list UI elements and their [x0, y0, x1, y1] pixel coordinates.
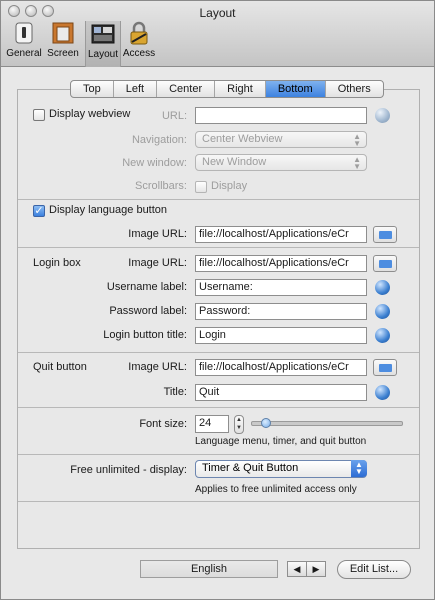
display-language-label: Display language button [49, 204, 168, 216]
toolbar-item-screen[interactable]: Screen [45, 20, 81, 59]
section-divider [18, 247, 419, 248]
display-language-checkbox[interactable]: ✓ [33, 205, 45, 217]
navigation-label: Navigation: [131, 134, 187, 146]
chevron-left-icon: ◀ [293, 564, 301, 574]
chevron-right-icon: ▶ [312, 564, 320, 574]
tab-others[interactable]: Others [326, 81, 383, 97]
language-image-url-field[interactable]: file://localhost/Applications/eCr [195, 226, 367, 243]
quit-image-url-field[interactable]: file://localhost/Applications/eCr [195, 359, 367, 376]
display-webview-checkbox[interactable] [33, 109, 45, 121]
toolbar: Layout General Screen Layout Access [1, 1, 434, 67]
window-title: Layout [199, 6, 236, 20]
globe-icon[interactable] [375, 385, 390, 400]
free-unlimited-value: Timer & Quit Button [202, 462, 299, 474]
font-size-note: Language menu, timer, and quit button [195, 436, 367, 447]
section-divider [18, 199, 419, 200]
url-label: URL: [161, 110, 187, 122]
bottom-settings-panel: Display webview URL: Navigation: Center … [17, 89, 420, 549]
toolbar-item-general[interactable]: General [6, 20, 42, 59]
url-field[interactable] [195, 107, 367, 124]
tab-right[interactable]: Right [215, 81, 266, 97]
globe-icon[interactable] [375, 108, 390, 123]
chevron-updown-icon: ▲ ▼ [353, 155, 361, 171]
tab-bottom[interactable]: Bottom [265, 81, 326, 97]
font-size-slider-track[interactable] [251, 421, 403, 426]
globe-icon[interactable] [375, 304, 390, 319]
toolbar-label-general: General [6, 48, 42, 59]
login-image-url-field[interactable]: file://localhost/Applications/eCr [195, 255, 367, 272]
section-divider [18, 407, 419, 408]
font-size-slider-knob[interactable] [261, 418, 271, 428]
username-label-field[interactable]: Username: [195, 279, 367, 296]
toolbar-item-layout[interactable]: Layout [85, 21, 121, 67]
folder-icon[interactable] [373, 226, 397, 243]
switch-icon [11, 20, 37, 46]
tab-center[interactable]: Center [157, 81, 216, 97]
quit-title-label: Title: [163, 386, 187, 398]
globe-icon[interactable] [375, 328, 390, 343]
new-window-label: New window: [122, 157, 187, 169]
screen-icon [50, 20, 76, 46]
toolbar-label-access: Access [122, 48, 156, 59]
password-label-label: Password label: [109, 305, 187, 317]
section-divider [18, 352, 419, 353]
chevron-updown-icon: ▲ ▼ [351, 460, 367, 477]
folder-icon[interactable] [373, 255, 397, 272]
tab-top[interactable]: Top [71, 81, 114, 97]
chevron-updown-icon: ▲ ▼ [353, 132, 361, 148]
font-size-stepper[interactable]: ▲ ▼ [234, 415, 244, 434]
toolbar-label-screen: Screen [47, 48, 79, 59]
login-button-title-field[interactable]: Login [195, 327, 367, 344]
free-unlimited-label: Free unlimited - display: [70, 464, 187, 476]
quit-image-url-label: Image URL: [128, 361, 187, 373]
section-divider [18, 501, 419, 502]
language-image-url-label: Image URL: [128, 228, 187, 240]
free-unlimited-note: Applies to free unlimited access only [195, 484, 357, 495]
folder-icon[interactable] [373, 359, 397, 376]
navigation-value: Center Webview [202, 133, 283, 145]
login-box-section-label: Login box [33, 257, 81, 269]
scrollbars-display-checkbox[interactable] [195, 181, 207, 193]
position-tabs: Top Left Center Right Bottom Others [70, 80, 384, 98]
login-image-url-label: Image URL: [128, 257, 187, 269]
quit-button-section-label: Quit button [33, 361, 87, 373]
font-size-field[interactable]: 24 [195, 415, 229, 433]
tab-left[interactable]: Left [114, 81, 158, 97]
display-webview-label: Display webview [49, 108, 131, 120]
free-unlimited-select[interactable]: Timer & Quit Button ▲ ▼ [195, 460, 367, 478]
section-divider [18, 454, 419, 455]
username-label-label: Username label: [106, 281, 187, 293]
font-size-label: Font size: [139, 418, 187, 430]
preferences-window: Layout General Screen Layout Access Disp… [0, 0, 435, 600]
lock-icon [126, 20, 152, 46]
navigation-select[interactable]: Center Webview ▲ ▼ [195, 131, 367, 148]
next-language-button[interactable]: ▶ [306, 561, 326, 577]
scrollbars-display-label: Display [211, 180, 248, 192]
layout-icon [90, 21, 116, 47]
new-window-select[interactable]: New Window ▲ ▼ [195, 154, 367, 171]
toolbar-item-access[interactable]: Access [121, 20, 157, 59]
edit-list-button[interactable]: Edit List... [337, 560, 411, 579]
toolbar-label-layout: Layout [87, 49, 119, 60]
language-display-field: English [140, 560, 278, 578]
previous-language-button[interactable]: ◀ [287, 561, 307, 577]
new-window-value: New Window [202, 156, 267, 168]
quit-title-field[interactable]: Quit [195, 384, 367, 401]
password-label-field[interactable]: Password: [195, 303, 367, 320]
scrollbars-label: Scrollbars: [135, 180, 187, 192]
login-button-title-label: Login button title: [103, 329, 187, 341]
globe-icon[interactable] [375, 280, 390, 295]
